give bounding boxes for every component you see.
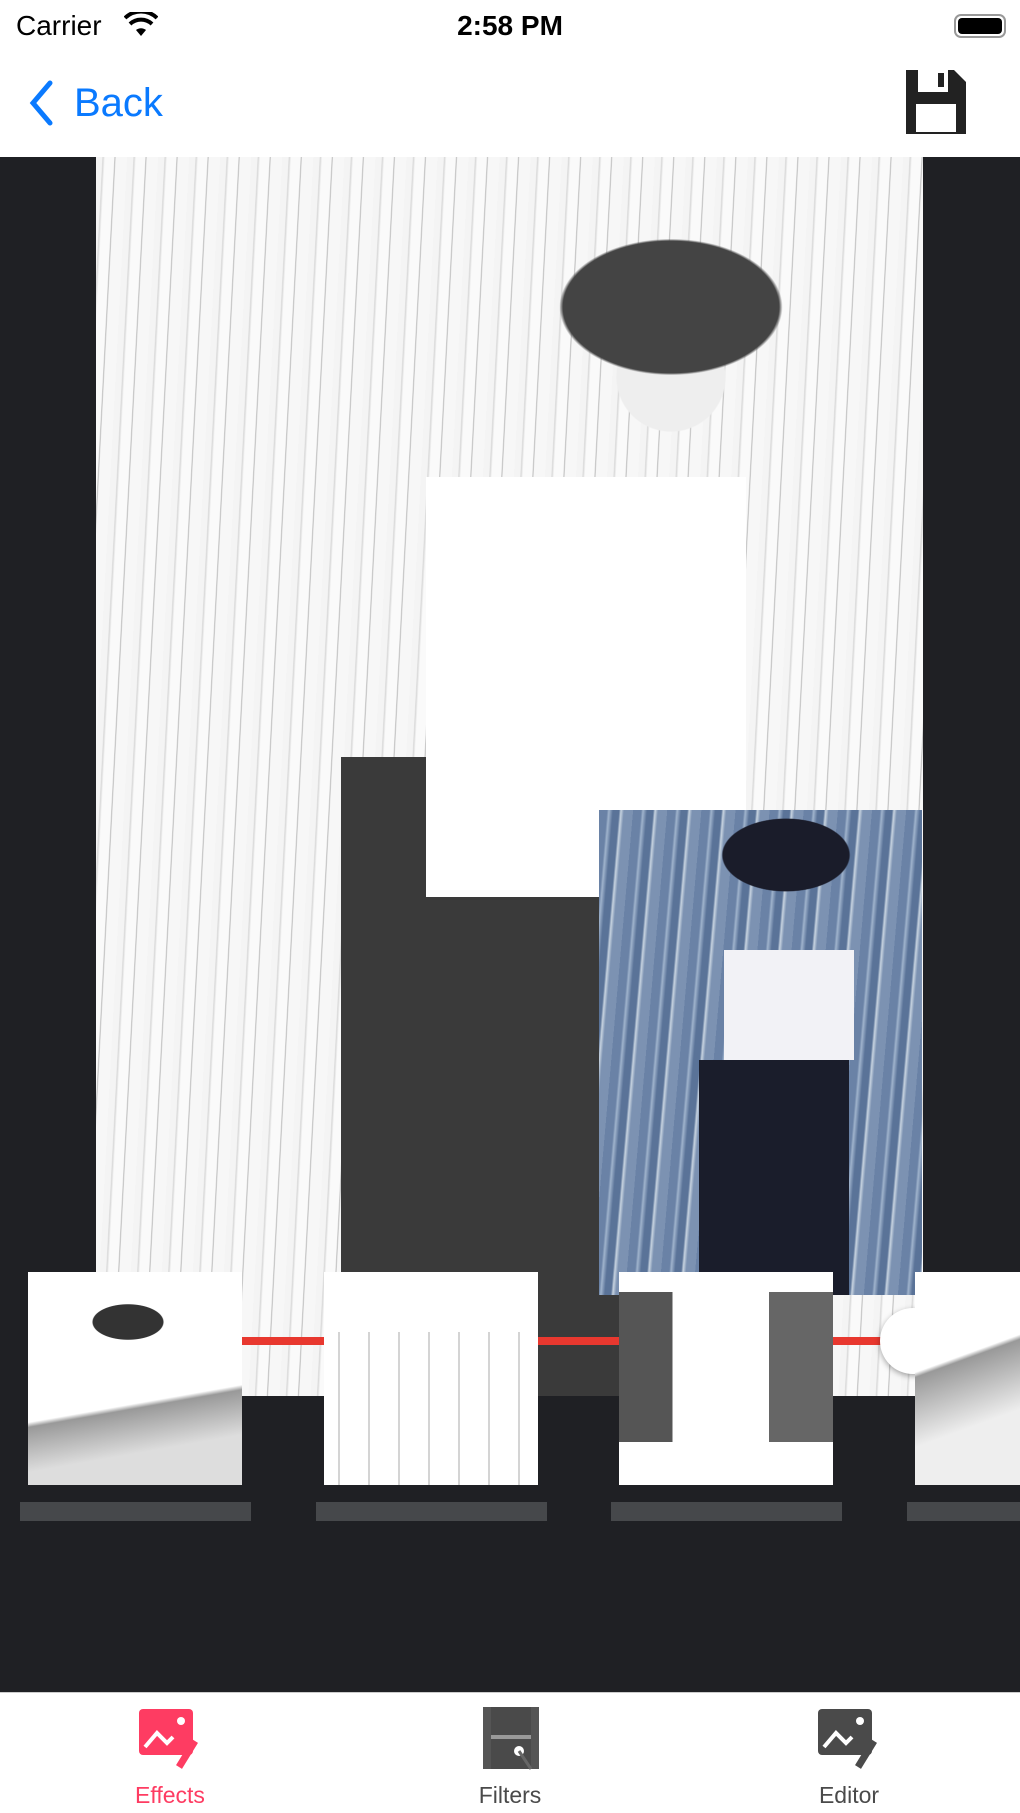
sketch-preview-image	[96, 157, 923, 1396]
effect-thumbnail[interactable]	[907, 1272, 1020, 1522]
chevron-left-icon	[29, 80, 53, 126]
tab-editor[interactable]: Editor	[769, 1707, 929, 1809]
thumbnail-label	[907, 1502, 1020, 1521]
back-label: Back	[74, 80, 163, 125]
tab-label: Editor	[818, 1782, 880, 1808]
effect-thumbnail[interactable]	[611, 1272, 842, 1522]
thumbnail-image	[915, 1272, 1020, 1485]
effect-thumbnail[interactable]	[316, 1272, 547, 1522]
status-bar: Carrier 2:58 PM	[0, 0, 1020, 52]
thumbnail-image	[324, 1272, 538, 1485]
thumbnail-label	[316, 1502, 547, 1521]
tab-bar: Effects Filters Editor	[0, 1692, 1020, 1813]
thumbnail-image	[28, 1272, 242, 1485]
tab-filters[interactable]: Filters	[430, 1707, 590, 1809]
clock: 2:58 PM	[457, 10, 563, 41]
image-edit-icon	[139, 1709, 198, 1769]
thumbnail-label	[20, 1502, 251, 1521]
image-edit-icon	[818, 1709, 877, 1769]
tab-label: Filters	[478, 1782, 542, 1808]
floppy-disk-icon[interactable]	[904, 68, 968, 136]
film-magic-icon	[483, 1707, 539, 1770]
back-button[interactable]: Back	[28, 80, 163, 126]
tab-effects[interactable]: Effects	[90, 1707, 250, 1809]
navigation-bar: Back	[0, 52, 1020, 157]
battery-icon	[954, 14, 1006, 38]
thumbnail-label	[611, 1502, 842, 1521]
thumbnail-image	[619, 1272, 833, 1485]
original-photo-inset	[599, 810, 922, 1295]
tab-label: Effects	[135, 1782, 205, 1808]
effect-thumbnail[interactable]	[20, 1272, 251, 1522]
effect-thumbnails	[0, 1272, 1020, 1522]
